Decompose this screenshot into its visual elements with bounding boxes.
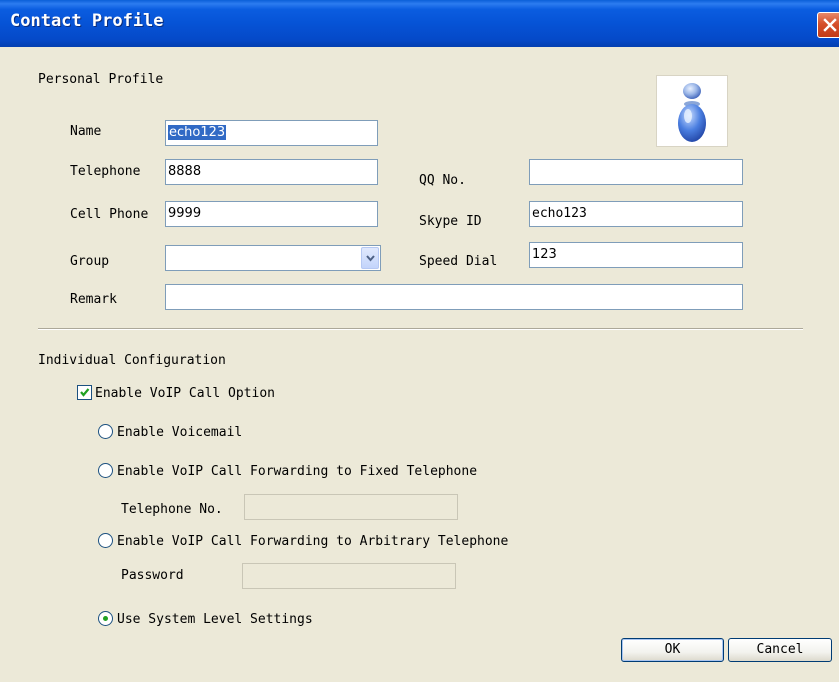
system-level-radio[interactable]	[98, 611, 113, 626]
name-value: echo123	[168, 125, 227, 140]
contact-avatar-icon	[656, 75, 728, 147]
checkmark-icon	[80, 388, 90, 397]
cell-phone-label: Cell Phone	[70, 207, 149, 222]
window-title: Contact Profile	[10, 11, 164, 31]
telephone-field[interactable]: 8888	[165, 159, 378, 185]
forward-fixed-label[interactable]: Enable VoIP Call Forwarding to Fixed Tel…	[117, 464, 477, 479]
cancel-button[interactable]: Cancel	[728, 638, 832, 662]
forward-fixed-radio[interactable]	[98, 463, 113, 478]
remark-field[interactable]	[165, 284, 743, 310]
radio-selected-dot	[103, 616, 108, 621]
name-field[interactable]: echo123	[165, 120, 378, 146]
close-icon	[823, 18, 837, 32]
ok-button[interactable]: OK	[621, 638, 724, 662]
voicemail-label[interactable]: Enable Voicemail	[117, 425, 242, 440]
contact-profile-dialog: Contact Profile Personal Profile Name ec…	[0, 0, 839, 682]
password-label: Password	[121, 568, 184, 583]
forward-arbitrary-radio[interactable]	[98, 533, 113, 548]
cell-phone-field[interactable]: 9999	[165, 201, 378, 227]
chevron-down-icon	[366, 255, 375, 262]
skype-id-label: Skype ID	[419, 214, 482, 229]
voicemail-radio[interactable]	[98, 424, 113, 439]
group-dropdown-button[interactable]	[361, 247, 379, 269]
section-divider	[38, 328, 803, 330]
system-level-label[interactable]: Use System Level Settings	[117, 612, 313, 627]
forward-arbitrary-label[interactable]: Enable VoIP Call Forwarding to Arbitrary…	[117, 534, 508, 549]
personal-profile-heading: Personal Profile	[38, 72, 164, 87]
name-label: Name	[70, 124, 102, 139]
speed-dial-field[interactable]: 123	[529, 242, 743, 268]
skype-id-field[interactable]: echo123	[529, 201, 743, 227]
group-select[interactable]	[165, 245, 381, 271]
qq-field[interactable]	[529, 159, 743, 185]
password-field[interactable]	[242, 563, 456, 589]
remark-label: Remark	[70, 292, 117, 307]
speed-dial-label: Speed Dial	[419, 254, 498, 269]
enable-voip-label[interactable]: Enable VoIP Call Option	[95, 386, 275, 401]
group-label: Group	[70, 254, 110, 269]
close-button[interactable]	[817, 12, 839, 38]
telephone-no-label: Telephone No.	[121, 502, 223, 517]
qq-label: QQ No.	[419, 173, 466, 188]
enable-voip-checkbox[interactable]	[77, 385, 92, 400]
telephone-no-field[interactable]	[244, 494, 458, 520]
title-bar[interactable]: Contact Profile	[0, 0, 839, 47]
dialog-body: Personal Profile Name echo123 Telephone …	[3, 47, 839, 682]
individual-configuration-heading: Individual Configuration	[38, 353, 226, 368]
telephone-label: Telephone	[70, 164, 141, 179]
